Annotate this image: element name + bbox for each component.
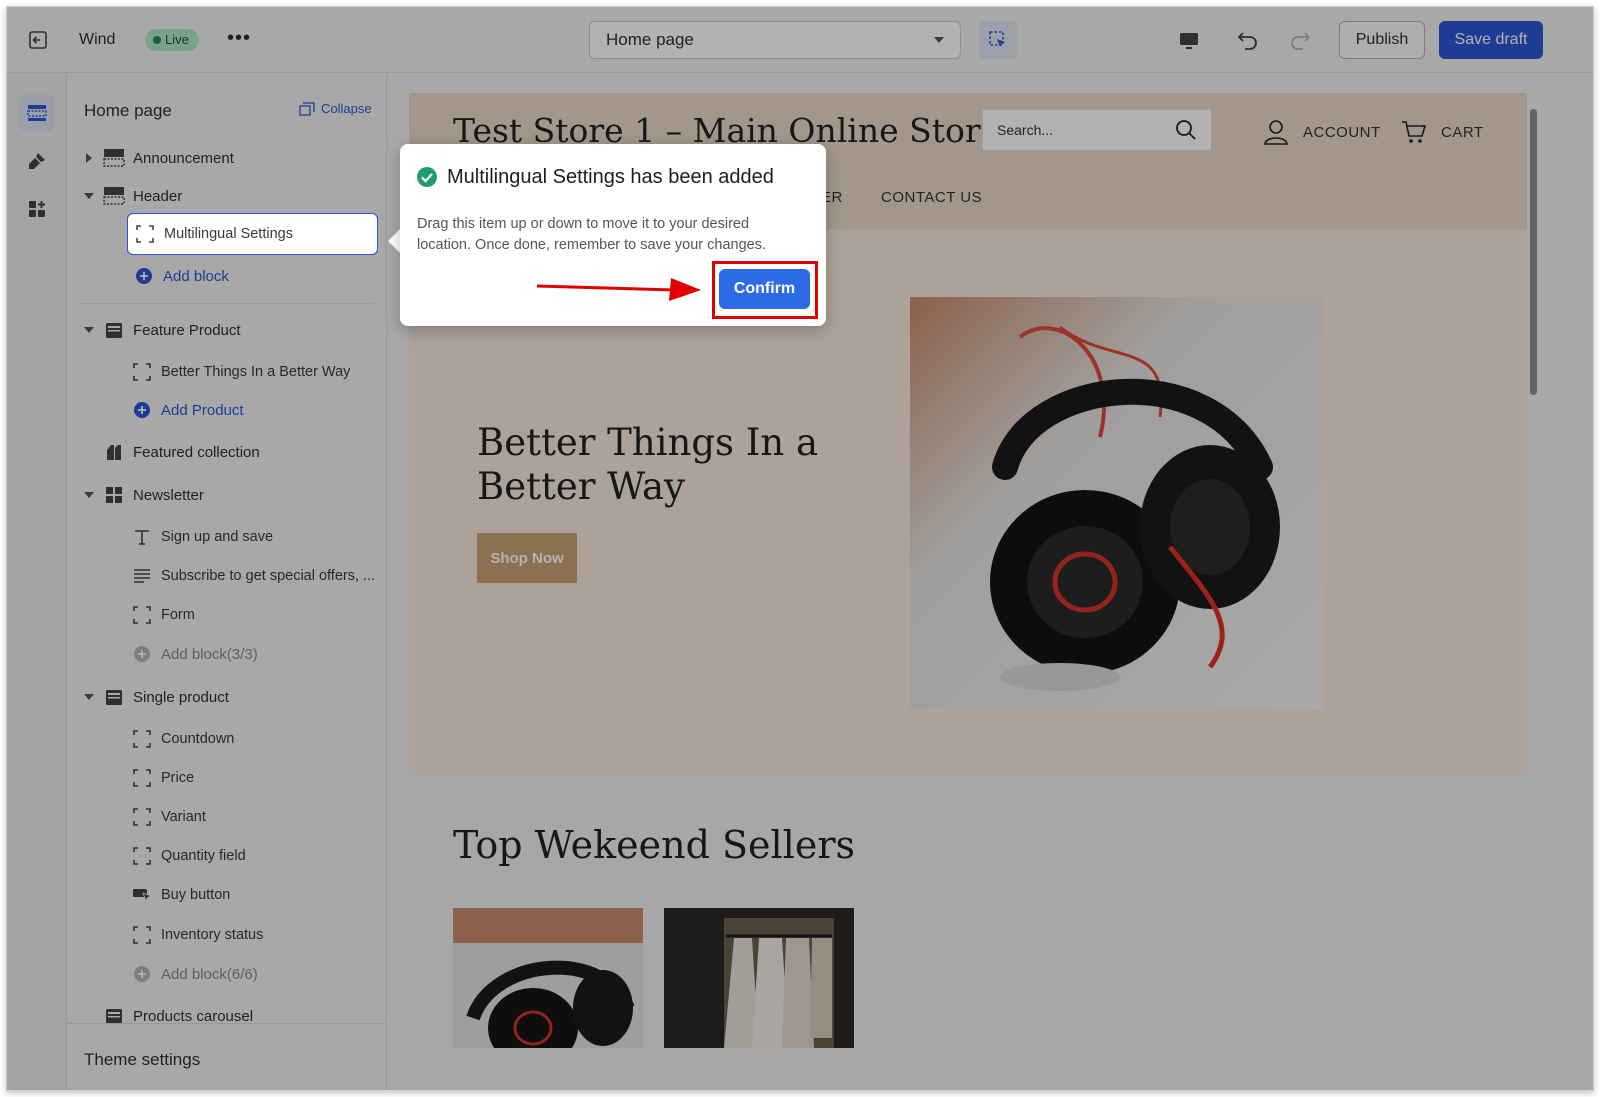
annotation-arrow-icon xyxy=(536,278,701,301)
confirm-button[interactable]: Confirm xyxy=(719,269,810,309)
selected-block-spotlight[interactable]: Multilingual Settings xyxy=(127,213,378,255)
editor-window: Wind Live ••• Home page Publish Save dra xyxy=(6,6,1594,1091)
popover-title: Multilingual Settings has been added xyxy=(447,166,774,188)
selected-block-label: Multilingual Settings xyxy=(164,226,293,242)
check-circle-icon xyxy=(417,167,437,187)
block-icon xyxy=(134,223,156,245)
popover-pointer xyxy=(388,229,400,253)
popover-body: Drag this item up or down to move it to … xyxy=(417,216,766,253)
